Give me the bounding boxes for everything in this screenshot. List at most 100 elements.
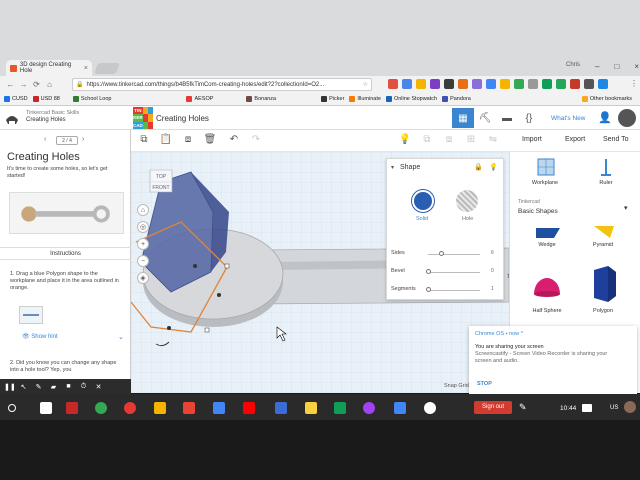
home-icon[interactable]: ⌂ [43, 80, 56, 89]
prev-step-icon[interactable]: ‹ [44, 136, 46, 143]
minimize-icon[interactable]: – [595, 62, 599, 73]
zoom-out-icon[interactable]: − [137, 255, 149, 267]
step-pager[interactable]: 2 / 4 [56, 136, 78, 145]
extension-icon[interactable] [486, 79, 496, 89]
bookmark-item[interactable]: Picker [321, 96, 344, 102]
timer-icon[interactable]: ⏱ [79, 383, 88, 391]
bookmark-item[interactable]: Pandora [442, 96, 471, 102]
chrome-icon[interactable] [124, 402, 136, 414]
delete-icon[interactable]: 🗑 [203, 133, 217, 147]
zoom-in-icon[interactable]: + [137, 238, 149, 250]
undo-icon[interactable]: ↶ [227, 133, 241, 147]
breadcrumb-course[interactable]: Tinkercad Basic Skills [26, 110, 79, 116]
bevel-slider-knob[interactable] [426, 269, 431, 274]
polygon-hint-thumbnail[interactable] [19, 306, 43, 324]
extension-icon[interactable] [514, 79, 524, 89]
home-view-icon[interactable]: ⌂ [137, 204, 149, 216]
extension-icon[interactable] [416, 79, 426, 89]
cursor-icon[interactable]: ↖ [19, 383, 28, 391]
bookmark-item[interactable]: USD 88 [32, 96, 60, 102]
app-icon[interactable] [40, 402, 52, 414]
snap-grid-label[interactable]: Snap Grid [444, 383, 469, 389]
extension-icon[interactable] [472, 79, 482, 89]
extension-icon[interactable] [402, 79, 412, 89]
other-bookmarks[interactable]: Other bookmarks [581, 96, 632, 102]
bulb-icon[interactable]: 💡 [489, 163, 498, 171]
browser-tab[interactable]: 3D design Creating Hole × [6, 60, 92, 76]
app-icon[interactable] [66, 402, 78, 414]
hole-swatch[interactable] [456, 190, 478, 212]
paste-icon[interactable]: 📋 [159, 133, 173, 147]
ungroup-icon[interactable]: ⧈ [442, 133, 456, 147]
chevron-down-icon[interactable]: ⌄ [118, 333, 124, 341]
app-icon[interactable] [275, 402, 287, 414]
grid-view-icon[interactable]: ▦ [452, 108, 474, 128]
wedge-shape-icon[interactable] [534, 226, 562, 240]
bevel-value[interactable]: 0 [491, 268, 494, 274]
photos-icon[interactable] [363, 402, 375, 414]
wifi-icon[interactable] [582, 404, 592, 412]
bookmark-item[interactable]: AESOP [186, 96, 213, 102]
bookmark-item[interactable]: Illuminate [349, 96, 381, 102]
build-view-icon[interactable]: ⛏ [474, 108, 496, 128]
youtube-icon[interactable] [243, 402, 255, 414]
sides-slider-knob[interactable] [439, 251, 444, 256]
duplicate-icon[interactable]: ⧈ [181, 133, 195, 147]
maximize-icon[interactable]: □ [614, 62, 619, 73]
chevron-down-icon[interactable]: ▾ [624, 204, 628, 212]
forward-icon[interactable]: → [17, 80, 30, 89]
extension-icon[interactable] [458, 79, 468, 89]
sign-out-button[interactable]: Sign out [474, 401, 512, 414]
reload-icon[interactable]: ⟳ [30, 80, 43, 89]
keep-icon[interactable] [305, 402, 317, 414]
collapse-caret-icon[interactable]: ▾ [391, 164, 394, 171]
pause-icon[interactable]: ❚❚ [4, 383, 16, 391]
ortho-view-icon[interactable]: ◈ [137, 272, 149, 284]
segments-slider[interactable] [428, 290, 480, 291]
docs-icon[interactable] [213, 402, 225, 414]
extension-icon[interactable] [500, 79, 510, 89]
launcher-icon[interactable] [8, 404, 16, 412]
extension-icon[interactable] [570, 79, 580, 89]
sides-value[interactable]: 6 [491, 250, 494, 256]
sides-slider[interactable] [428, 254, 480, 255]
back-icon[interactable]: ← [4, 80, 17, 89]
system-clock[interactable]: 10:44 [560, 405, 576, 412]
pen-icon[interactable]: ✎ [34, 383, 43, 391]
export-button[interactable]: Export [565, 136, 585, 143]
whats-new-link[interactable]: What's New [551, 115, 585, 122]
pyramid-shape-icon[interactable] [590, 224, 618, 240]
stop-sharing-button[interactable]: STOP [477, 381, 492, 387]
polygon-shape-icon[interactable] [588, 264, 620, 304]
clock-app-icon[interactable] [424, 402, 436, 414]
avatar[interactable] [624, 401, 636, 413]
tinkercad-logo[interactable]: TIN KER CAD [133, 107, 153, 129]
mirror-icon[interactable]: ⇋ [486, 133, 500, 147]
bookmark-item[interactable]: Online Stopwatch [385, 96, 437, 102]
play-store-icon[interactable] [95, 402, 107, 414]
stylus-icon[interactable]: ✎ [519, 402, 531, 414]
workplane-tool-icon[interactable] [536, 157, 556, 177]
bookmark-item[interactable]: School Loop [72, 96, 111, 102]
avatar[interactable] [618, 109, 636, 127]
profile-chip[interactable]: Chris [566, 62, 592, 73]
group-icon[interactable]: ⧉ [420, 133, 434, 147]
bricks-view-icon[interactable]: ▬ [496, 108, 518, 128]
bevel-slider[interactable] [428, 272, 480, 273]
library-select[interactable]: Basic Shapes [518, 208, 634, 218]
solid-color-swatch[interactable] [412, 190, 434, 212]
import-button[interactable]: Import [522, 136, 542, 143]
close-window-icon[interactable]: × [634, 62, 639, 73]
ruler-icon[interactable] [597, 157, 615, 177]
fit-view-icon[interactable]: ◎ [137, 221, 149, 233]
lock-icon[interactable]: 🔒 [474, 163, 483, 171]
segments-value[interactable]: 1 [491, 286, 494, 292]
drive-icon[interactable] [154, 402, 166, 414]
chrome-menu-icon[interactable]: ⋮ [630, 79, 638, 88]
extension-icon[interactable] [556, 79, 566, 89]
extension-icon[interactable] [388, 79, 398, 89]
extension-icon[interactable] [528, 79, 538, 89]
camera-icon[interactable]: ■ [64, 383, 73, 390]
docs-icon[interactable] [394, 402, 406, 414]
redo-icon[interactable]: ↷ [249, 133, 263, 147]
